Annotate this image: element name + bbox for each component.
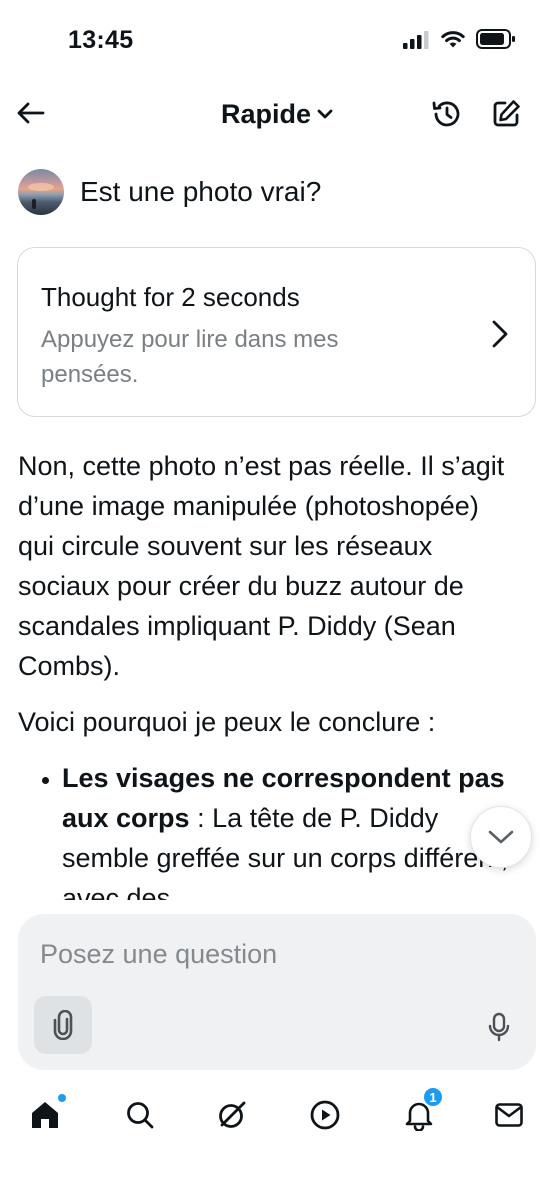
composer bbox=[18, 914, 536, 1070]
nav-home[interactable] bbox=[20, 1090, 70, 1140]
attach-icon bbox=[53, 1010, 73, 1040]
nav-search[interactable] bbox=[115, 1090, 165, 1140]
cellular-signal-icon bbox=[402, 29, 430, 54]
model-selector[interactable]: Rapide bbox=[0, 96, 554, 132]
nav-messages[interactable] bbox=[484, 1090, 534, 1140]
thought-title: Thought for 2 seconds bbox=[41, 282, 300, 312]
answer-paragraph: Voici pourquoi je peux le conclure : bbox=[18, 707, 436, 737]
nav-notifications[interactable]: 1 bbox=[394, 1086, 444, 1140]
history-icon bbox=[432, 101, 460, 127]
answer-paragraph: Non, cette photo n’est pas réelle. Il s’… bbox=[18, 451, 505, 681]
battery-icon bbox=[476, 28, 516, 55]
messages-icon bbox=[495, 1103, 523, 1127]
nav-video[interactable] bbox=[300, 1090, 350, 1140]
chevron-down-icon bbox=[488, 830, 514, 844]
assistant-answer: Non, cette photo n’est pas réelle. Il s’… bbox=[18, 446, 518, 918]
question-input[interactable] bbox=[40, 934, 460, 974]
home-unread-dot bbox=[58, 1094, 66, 1102]
thought-subtitle: Appuyez pour lire dans mes pensées. bbox=[41, 326, 339, 388]
model-selector-label: Rapide bbox=[220, 98, 312, 129]
compose-icon bbox=[493, 100, 520, 127]
wifi-icon bbox=[440, 29, 466, 54]
answer-bullet-list: Les visages ne correspondent pas aux cor… bbox=[18, 758, 518, 918]
status-icons bbox=[402, 28, 516, 54]
history-button[interactable] bbox=[429, 96, 465, 132]
play-icon bbox=[310, 1100, 340, 1130]
scroll-down-button[interactable] bbox=[470, 806, 532, 868]
thought-card[interactable]: Thought for 2 seconds Appuyez pour lire … bbox=[17, 247, 536, 417]
bottom-nav: 1 bbox=[0, 1086, 554, 1146]
notification-count-badge: 1 bbox=[422, 1086, 444, 1108]
chevron-right-icon bbox=[485, 316, 515, 352]
attach-button[interactable] bbox=[34, 996, 92, 1054]
status-time: 13:45 bbox=[68, 26, 134, 54]
chevron-down-icon bbox=[317, 109, 333, 119]
microphone-button[interactable] bbox=[482, 1010, 516, 1044]
user-prompt-text: Est une photo vrai? bbox=[80, 176, 322, 207]
new-chat-button[interactable] bbox=[488, 96, 524, 132]
avatar[interactable] bbox=[18, 169, 64, 215]
nav-grok[interactable] bbox=[207, 1090, 257, 1140]
answer-bullet: Les visages ne correspondent pas aux cor… bbox=[62, 758, 518, 918]
search-icon bbox=[127, 1102, 154, 1129]
grok-icon bbox=[219, 1101, 246, 1128]
microphone-icon bbox=[488, 1012, 510, 1042]
home-icon bbox=[32, 1102, 58, 1128]
